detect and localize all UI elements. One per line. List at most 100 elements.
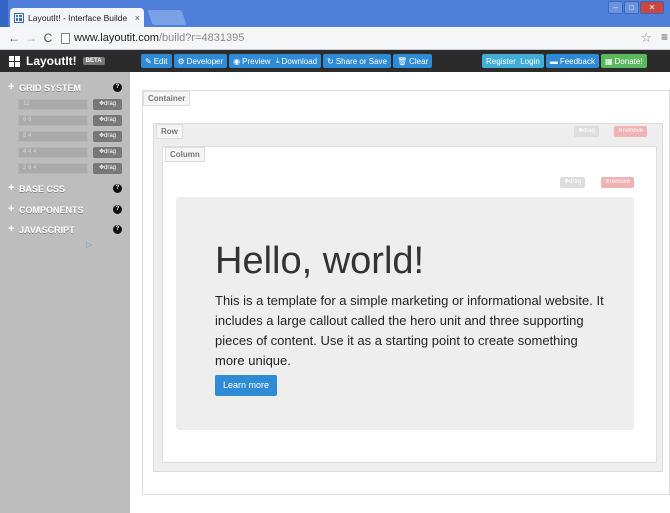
clear-label: Clear [409,56,429,66]
column-tag[interactable]: Column [165,147,205,162]
sidebar-section-base-css[interactable]: + BASE CSS ? [0,182,130,198]
download-icon: ⤓ [276,56,280,65]
plus-icon: + [8,223,15,235]
feedback-label: Feedback [559,56,595,66]
layout-column[interactable]: Column ✥drag ✕remove Hello, world! This … [162,146,657,463]
share-save-button[interactable]: ↻ Share or Save [323,54,391,68]
section-label: BASE CSS [19,184,66,194]
grid-row-item[interactable]: 2 6 4 ✥drag [18,163,123,174]
new-tab-button[interactable] [147,10,187,25]
donate-label: Donate! [614,56,643,66]
comment-icon: ▬ [549,56,558,66]
section-label: GRID SYSTEM [19,83,82,93]
grid-row-item[interactable]: 12 ✥drag [18,99,123,110]
plus-icon: + [8,182,15,194]
layout-container[interactable]: Container Row ✥drag ✕remove Column ✥drag… [142,90,670,495]
share-save-label: Share or Save [335,56,387,66]
feedback-button[interactable]: ▬ Feedback [545,54,599,68]
browser-toolbar: ← → C www.layoutit.com/build?r=4831395 ☆… [0,27,670,50]
grid-preset: 2 6 4 [18,163,88,174]
grid-preset: 6 6 [18,115,88,126]
grid-row-item[interactable]: 6 6 ✥drag [18,115,123,126]
layoutit-favicon-icon [14,12,24,23]
grid-row-item[interactable]: 4 4 4 ✥drag [18,147,123,158]
file-button-group: ⤓ Download ↻ Share or Save 🗑 Clear [272,54,433,68]
help-icon[interactable]: ? [113,205,122,214]
sidebar-section-javascript[interactable]: + JAVASCRIPT ? [0,223,130,239]
edit-icon: ✎ [145,56,152,66]
row-tag[interactable]: Row [156,124,183,139]
row-drag-button[interactable]: ✥drag [574,126,600,137]
titlebar-edge [0,0,8,27]
row-remove-button[interactable]: ✕remove [614,126,648,137]
reload-icon[interactable]: C [41,31,55,45]
preview-label: Preview [242,56,271,66]
sidebar-section-components[interactable]: + COMPONENTS ? [0,203,130,219]
developer-button[interactable]: ⚙ Developer [173,54,228,68]
learn-more-button[interactable]: Learn more [215,375,278,396]
section-label: COMPONENTS [19,205,84,215]
drag-handle[interactable]: ✥drag [93,99,122,110]
beta-badge: BETA [82,57,105,65]
help-icon[interactable]: ? [113,184,122,193]
developer-icon: ⚙ [177,56,185,66]
drag-label: drag [583,128,596,134]
drag-label: drag [569,179,582,185]
donate-grid-icon: ▦ [604,56,613,66]
section-label: JAVASCRIPT [19,225,75,235]
column-drag-button[interactable]: ✥drag [560,177,586,188]
minimize-button[interactable]: – [608,1,623,14]
drag-label: drag [104,149,117,155]
preview-button[interactable]: ◉ Preview [229,54,275,68]
back-arrow-icon[interactable]: ← [7,31,21,45]
column-remove-button[interactable]: ✕remove [601,177,635,188]
clear-button[interactable]: 🗑 Clear [392,54,433,68]
developer-label: Developer [186,56,224,66]
bookmark-star-icon[interactable]: ☆ [640,30,652,46]
preview-eye-icon: ◉ [233,56,241,66]
layout-row[interactable]: Row ✥drag ✕remove Column ✥drag ✕remove H… [153,123,663,472]
edit-label: Edit [153,56,168,66]
hero-title: Hello, world! [215,240,425,282]
help-icon[interactable]: ? [113,83,122,92]
drag-label: drag [104,117,117,123]
drag-label: drag [104,165,117,171]
download-button[interactable]: ⤓ Download [272,54,322,68]
drag-handle[interactable]: ✥drag [93,163,122,174]
grid-preset: 4 4 4 [18,147,88,158]
app-navbar: LayoutIt! BETA ✎ Edit ⚙ Developer ◉ Preview… [0,50,670,72]
trash-icon: 🗑 [396,56,408,66]
maximize-button[interactable]: □ [624,1,639,14]
page-icon [61,32,70,44]
edit-button[interactable]: ✎ Edit [141,54,172,68]
share-icon: ↻ [327,56,334,66]
browser-tab[interactable]: LayoutIt! - Interface Builde × [10,8,144,27]
layoutit-logo-icon [9,55,20,67]
tab-title: LayoutIt! - Interface Builde [27,12,128,23]
ad-choices-icon[interactable]: ▷ [86,240,92,249]
drag-label: drag [104,101,117,107]
forward-arrow-icon[interactable]: → [24,31,38,45]
container-tag[interactable]: Container [143,91,191,106]
tab-close-icon[interactable]: × [135,13,140,23]
drag-handle[interactable]: ✥drag [93,147,122,158]
drag-handle[interactable]: ✥drag [93,115,122,126]
drag-handle[interactable]: ✥drag [93,131,122,142]
browser-menu-icon[interactable]: ≡ [661,30,668,44]
hero-text: This is a template for a simple marketin… [215,293,604,368]
remove-label: remove [623,128,644,134]
brand-name[interactable]: LayoutIt! [26,54,77,68]
remove-label: remove [610,179,631,185]
drag-label: drag [104,133,117,139]
mode-button-group: ✎ Edit ⚙ Developer ◉ Preview [141,54,275,68]
hero-unit[interactable]: Hello, world! This is a template for a s… [176,197,634,430]
close-window-button[interactable]: ✕ [640,1,664,14]
register-login-button[interactable]: Register Login [482,54,544,68]
account-button-group: Register Login ▬ Feedback ▦ Donate! [482,54,647,68]
help-icon[interactable]: ? [113,225,122,234]
browser-titlebar: LayoutIt! - Interface Builde × – □ ✕ [0,0,670,27]
sidebar-section-grid-system[interactable]: + GRID SYSTEM ? [0,81,130,97]
grid-row-item[interactable]: 8 4 ✥drag [18,131,123,142]
address-bar[interactable]: www.layoutit.com/build?r=4831395 [74,32,244,44]
donate-button[interactable]: ▦ Donate! [600,54,647,68]
